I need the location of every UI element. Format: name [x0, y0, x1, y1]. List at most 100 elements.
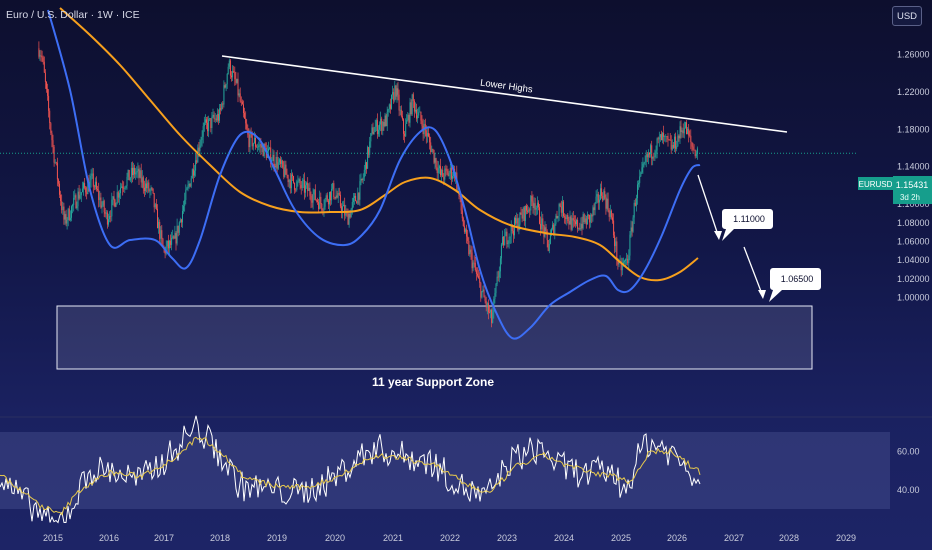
candle-body [523, 207, 525, 222]
candle-body [543, 225, 545, 237]
candle-body [319, 196, 321, 210]
candle-body [258, 145, 260, 147]
candle-body [561, 201, 563, 213]
price-tick: 1.26000 [897, 50, 930, 60]
candle-body [654, 153, 656, 158]
rsi-axis[interactable]: 60.00 40.00 [897, 446, 920, 495]
candle-body [568, 221, 570, 225]
candle-body [184, 199, 186, 206]
candle-body [429, 136, 431, 143]
candle-body [47, 88, 49, 96]
candle-body [505, 231, 507, 236]
candle-body [557, 216, 559, 219]
candle-body [331, 188, 333, 201]
candle-body [90, 175, 92, 181]
candle-body [351, 202, 353, 209]
candle-body [311, 201, 313, 203]
candle-body [474, 262, 476, 271]
candle-body [114, 199, 116, 207]
candle-body [252, 143, 254, 147]
candle-body [416, 109, 417, 119]
support-zone-label: 11 year Support Zone [372, 375, 494, 389]
candle-body [560, 206, 562, 213]
candle-body [53, 147, 55, 163]
candle-body [354, 195, 355, 198]
candle-body [79, 195, 81, 199]
candle-body [166, 240, 168, 247]
chart-canvas[interactable]: Lower Highs 1.11000 1.06500 11 year Supp… [0, 0, 932, 550]
candle-body [201, 136, 203, 141]
candle-body [601, 188, 603, 196]
candle-body [504, 236, 506, 246]
candle-body [602, 195, 604, 201]
candle-body [380, 118, 382, 125]
candle-body [314, 189, 316, 200]
candle-body [370, 133, 372, 142]
candle-body [396, 88, 398, 97]
candle-body [393, 92, 395, 101]
price-tag-countdown: 3d 2h [900, 193, 920, 202]
candle-body [204, 119, 206, 123]
candle-body [667, 136, 669, 140]
candle-body [155, 204, 157, 209]
candle-body [269, 147, 271, 149]
candle-body [281, 160, 283, 164]
candle-body [148, 182, 150, 192]
candle-body [238, 93, 240, 96]
trendline-label: Lower Highs [479, 78, 533, 96]
candle-body [215, 118, 217, 121]
candle-body [126, 176, 128, 186]
candle-body [670, 140, 672, 150]
candle-body [614, 235, 616, 247]
candle-body [679, 126, 681, 139]
candle-body [665, 136, 667, 137]
candle-body [183, 205, 185, 211]
candle-body [446, 169, 448, 172]
candle-body [519, 212, 521, 225]
candle-body [452, 176, 453, 179]
candle-body [276, 157, 278, 169]
candle-body [138, 168, 140, 178]
candle-body [442, 169, 444, 177]
currency-button[interactable]: USD [892, 6, 922, 26]
time-axis[interactable]: 2015 2016 2017 2018 2019 2020 2021 2022 2023 2024… [43, 533, 856, 543]
candle-body [192, 169, 194, 176]
candle-body [545, 227, 547, 232]
candle-body [323, 206, 325, 211]
candle-body [532, 201, 534, 208]
candle-body [197, 147, 199, 163]
candle-body [101, 205, 103, 208]
candle-body [497, 276, 499, 278]
candle-body [69, 217, 71, 220]
candle-body [633, 202, 635, 218]
candle-body [287, 175, 289, 183]
candle-body [210, 118, 212, 128]
candle-body [499, 258, 501, 272]
candle-body [576, 220, 577, 225]
candle-body [669, 139, 671, 141]
candle-body [202, 126, 204, 137]
candle-body [99, 197, 101, 200]
candle-body [449, 167, 451, 174]
candle-body [305, 185, 306, 193]
candle-body [222, 103, 224, 105]
candle-body [435, 158, 437, 168]
symbol-title[interactable]: Euro / U.S. Dollar · 1W · ICE [6, 9, 140, 21]
candle-body [399, 109, 401, 111]
candle-body [660, 134, 662, 141]
rsi-tick: 60.00 [897, 446, 920, 456]
candle-body [388, 104, 390, 110]
candle-body [686, 122, 687, 135]
candle-body [336, 195, 338, 198]
candle-body [97, 189, 99, 191]
candle-body [694, 150, 696, 157]
candle-body [329, 192, 330, 205]
candle-body [447, 171, 449, 177]
candle-body [473, 262, 475, 264]
candle-body [86, 192, 88, 195]
candle-body [649, 152, 650, 155]
candle-body [278, 159, 280, 163]
chart-area[interactable]: Lower Highs 1.11000 1.06500 11 year Supp… [0, 0, 932, 550]
candle-body [432, 149, 434, 150]
candle-body [461, 210, 463, 219]
